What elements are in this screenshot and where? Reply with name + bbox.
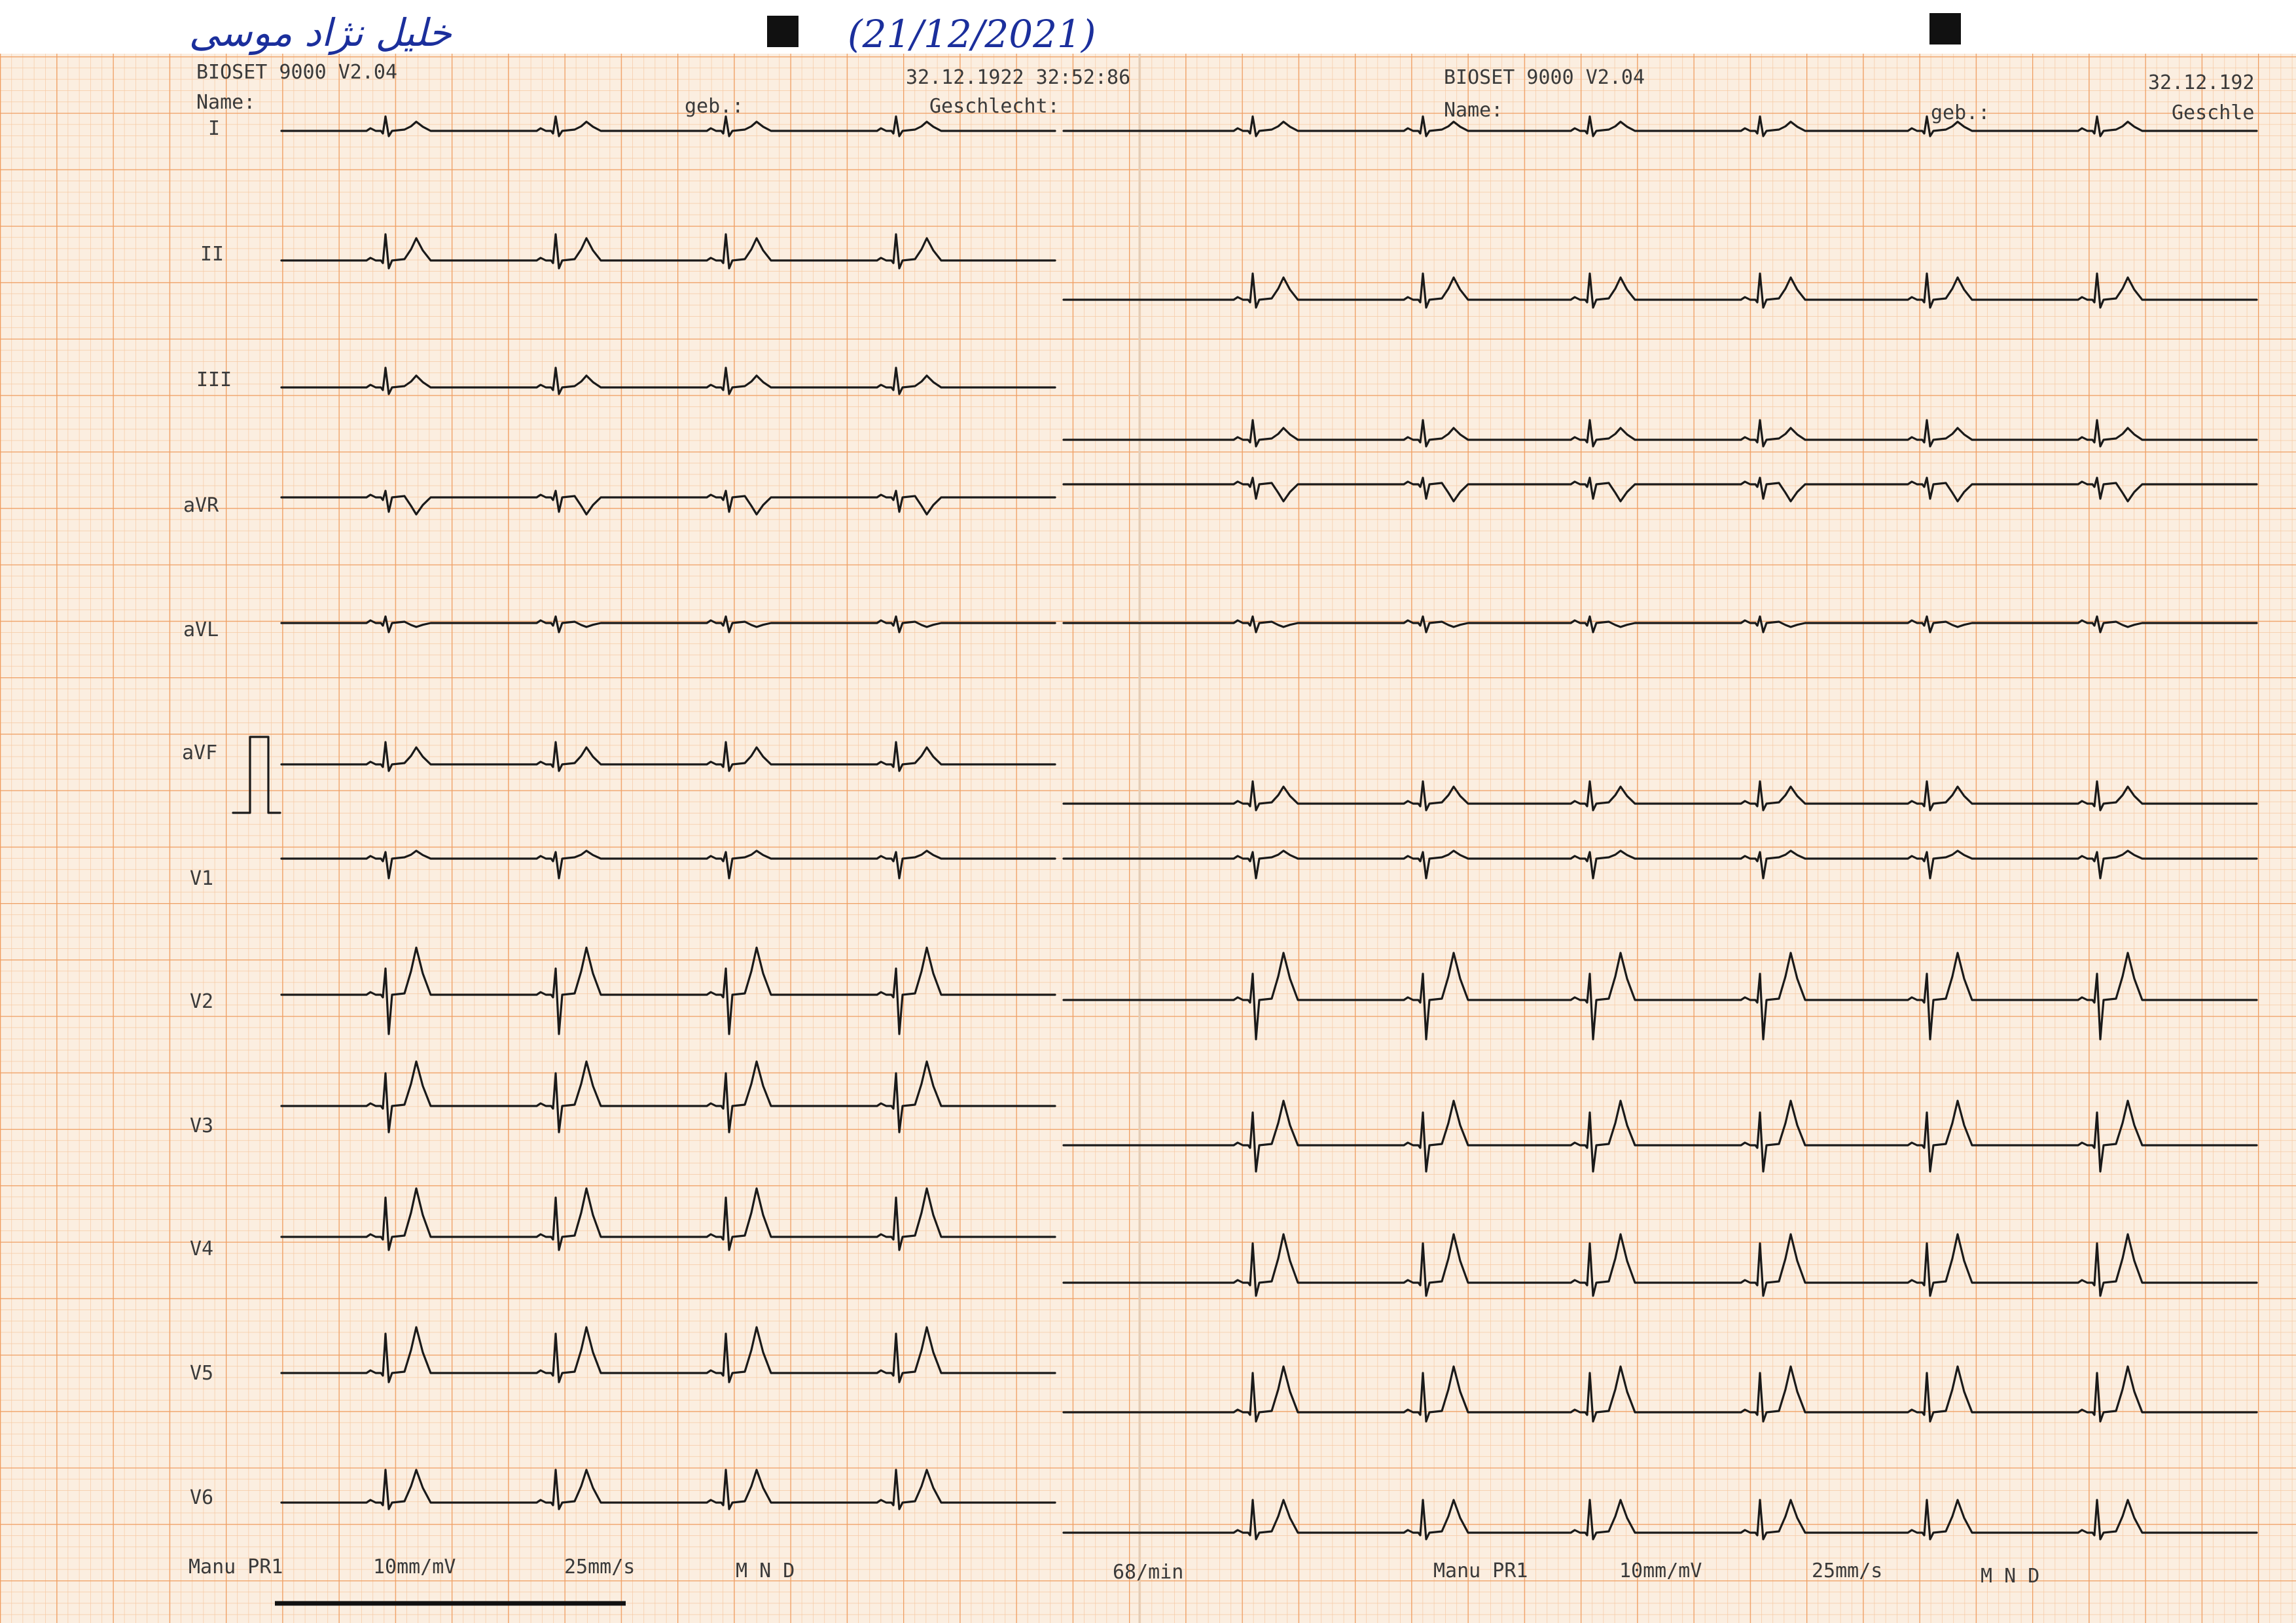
lead-label: V1 [190,867,213,890]
lead-label: V4 [190,1238,213,1260]
recording-mode: Manu PR1 [188,1556,283,1578]
black-marker-square [767,16,798,47]
lead-label: aVL [183,618,219,641]
lead-label: V2 [190,990,213,1013]
lead-label: aVR [183,494,219,517]
lead-label: II [200,243,224,266]
ecg-sheet: خلیل نژاد موسی (21/12/2021) BIOSET 9000 … [0,0,2296,1623]
sex-label: Geschle [2172,101,2254,124]
sex-label: Geschlecht: [929,95,1060,118]
handwritten-patient-name: خلیل نژاد موسی [189,10,453,56]
lead-label: V5 [190,1362,213,1385]
recording-mode: Manu PR1 [1433,1560,1528,1582]
lead-label: I [208,117,220,140]
lead-label: V6 [190,1486,213,1509]
lead-label: V3 [190,1115,213,1137]
device-model: BIOSET 9000 V2.04 [196,61,397,84]
handwritten-date: (21/12/2021) [848,12,1096,56]
lead-label: aVF [182,741,217,764]
record-date-time: 32.12.1922 32:52:86 [906,66,1130,89]
name-label: Name: [1444,99,1503,122]
birth-label: geb.: [685,95,744,118]
record-date: 32.12.192 [2148,71,2255,94]
filter-settings: M N D [1981,1565,2039,1588]
gain-setting: 10mm/mV [373,1556,456,1578]
black-marker-square [1929,13,1961,45]
lead-label: III [196,368,232,391]
name-label: Name: [196,91,255,114]
device-model: BIOSET 9000 V2.04 [1444,66,1645,89]
filter-settings: M N D [736,1560,795,1582]
heart-rate: 68/min [1113,1561,1183,1584]
paper-speed: 25mm/s [1812,1560,1882,1582]
paper-speed: 25mm/s [564,1556,635,1578]
birth-label: geb.: [1931,101,1990,124]
gain-setting: 10mm/mV [1619,1560,1702,1582]
